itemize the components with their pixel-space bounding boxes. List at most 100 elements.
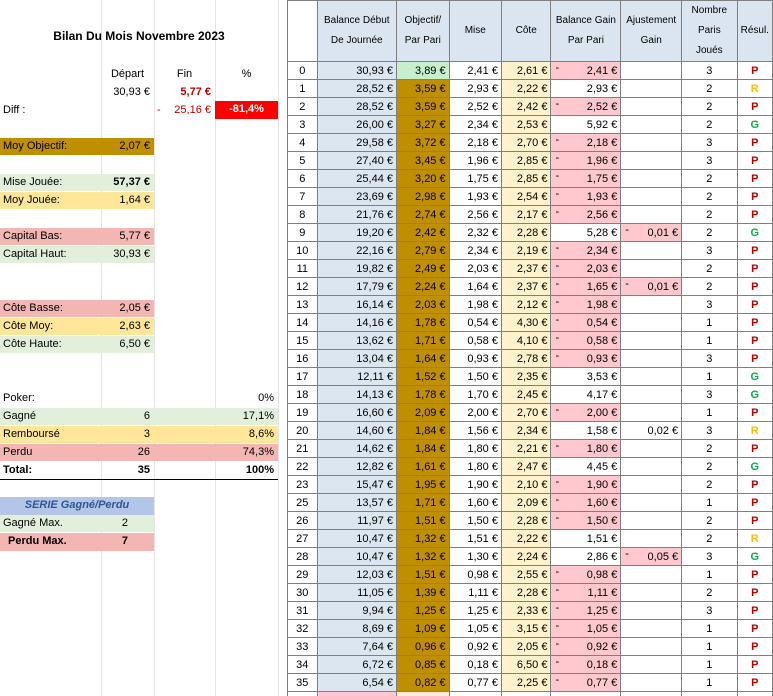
paris-count-cell[interactable]: 3 [681, 151, 738, 170]
gain-cell[interactable]: - 0,92 € [550, 637, 622, 656]
cote-cell[interactable]: 2,28 € [500, 511, 552, 530]
result-cell[interactable]: P [736, 439, 773, 458]
result-cell[interactable]: P [736, 313, 773, 332]
result-cell[interactable]: P [736, 97, 773, 116]
objectif-cell[interactable]: 2,74 € [396, 205, 450, 224]
adjustment-cell[interactable]: - 0,01 € [620, 277, 683, 296]
result-cell[interactable]: P [736, 133, 773, 152]
objectif-cell[interactable]: 2,98 € [396, 187, 450, 206]
mise-cell[interactable]: 1,75 € [448, 169, 502, 188]
objectif-cell[interactable]: 1,32 € [396, 547, 450, 566]
balance-cell[interactable]: 27,40 € [316, 151, 398, 170]
result-cell[interactable]: P [736, 331, 773, 350]
mise-cell[interactable]: 1,90 € [448, 475, 502, 494]
paris-count-cell[interactable]: 2 [681, 439, 738, 458]
capital-haut-value[interactable]: 30,93 € [101, 246, 154, 263]
adjustment-cell[interactable] [620, 655, 683, 674]
total-pct[interactable]: 100% [215, 462, 278, 479]
objectif-cell[interactable]: 2,09 € [396, 403, 450, 422]
adjustment-cell[interactable] [620, 313, 683, 332]
gain-cell[interactable]: 4,45 € [550, 457, 622, 476]
result-cell[interactable]: P [736, 61, 773, 80]
paris-count-cell[interactable]: 3 [681, 601, 738, 620]
cote-cell[interactable]: 2,61 € [500, 61, 552, 80]
balance-cell[interactable]: 21,76 € [316, 205, 398, 224]
objectif-cell[interactable]: 0,96 € [396, 637, 450, 656]
cote-cell[interactable]: 4,10 € [500, 331, 552, 350]
objectif-cell[interactable]: 1,51 € [396, 511, 450, 530]
diff-value[interactable]: 25,16 € [154, 102, 215, 119]
header-objectif[interactable]: Objectif/ Par Pari [396, 0, 450, 62]
paris-count-cell[interactable]: 1 [681, 367, 738, 386]
objectif-cell[interactable]: 1,84 € [396, 439, 450, 458]
cote-cell[interactable]: 2,35 € [500, 367, 552, 386]
mise-cell[interactable]: 1,51 € [448, 529, 502, 548]
objectif-cell[interactable]: 1,61 € [396, 457, 450, 476]
gain-cell[interactable]: 2,86 € [550, 547, 622, 566]
cote-cell[interactable]: 2,21 € [500, 439, 552, 458]
result-cell[interactable]: P [736, 241, 773, 260]
paris-count-cell[interactable]: 2 [681, 259, 738, 278]
gain-cell[interactable]: - 2,56 € [550, 205, 622, 224]
result-cell[interactable]: G [736, 385, 773, 404]
cote-cell[interactable]: 2,42 € [500, 97, 552, 116]
balance-cell[interactable]: 16,14 € [316, 295, 398, 314]
mise-cell[interactable]: 0,77 € [448, 673, 502, 692]
header-gain[interactable]: Balance Gain Par Pari [550, 0, 622, 62]
result-cell[interactable]: P [736, 493, 773, 512]
objectif-cell[interactable]: 3,59 € [396, 97, 450, 116]
objectif-cell[interactable]: 1,71 € [396, 331, 450, 350]
gain-cell[interactable]: - 0,98 € [550, 565, 622, 584]
moy-jouee-value[interactable]: 1,64 € [101, 192, 154, 209]
gain-cell[interactable]: - 0,58 € [550, 331, 622, 350]
paris-count-cell[interactable]: 3 [681, 295, 738, 314]
paris-count-cell[interactable]: 1 [681, 619, 738, 638]
paris-count-cell[interactable]: 3 [681, 547, 738, 566]
balance-cell[interactable]: 29,58 € [316, 133, 398, 152]
adjustment-cell[interactable]: - 0,01 € [620, 223, 683, 242]
result-cell[interactable]: P [736, 655, 773, 674]
depart-value[interactable]: 30,93 € [101, 84, 154, 101]
balance-cell[interactable]: 14,13 € [316, 385, 398, 404]
gain-cell[interactable]: 2,93 € [550, 79, 622, 98]
cote-cell[interactable]: 2,54 € [500, 187, 552, 206]
adjustment-cell[interactable] [620, 115, 683, 134]
balance-cell[interactable]: 13,57 € [316, 493, 398, 512]
adjustment-cell[interactable] [620, 601, 683, 620]
gagne-max-value[interactable]: 2 [101, 515, 154, 532]
objectif-cell[interactable]: 1,64 € [396, 349, 450, 368]
paris-count-cell[interactable]: 2 [681, 205, 738, 224]
paris-count-cell[interactable]: 2 [681, 277, 738, 296]
balance-cell[interactable]: 14,16 € [316, 313, 398, 332]
diff-pct[interactable]: -81,4% [215, 101, 278, 119]
result-cell[interactable]: P [736, 187, 773, 206]
result-cell[interactable]: R [736, 421, 773, 440]
gain-cell[interactable]: 4,17 € [550, 385, 622, 404]
objectif-cell[interactable]: 1,09 € [396, 619, 450, 638]
gain-cell[interactable]: - 2,00 € [550, 403, 622, 422]
mise-cell[interactable]: 1,96 € [448, 151, 502, 170]
mise-cell[interactable]: 2,52 € [448, 97, 502, 116]
result-cell[interactable]: P [736, 565, 773, 584]
adjustment-cell[interactable] [620, 511, 683, 530]
rembourse-pct[interactable]: 8,6% [215, 426, 278, 443]
paris-count-cell[interactable]: 2 [681, 97, 738, 116]
result-cell[interactable]: P [736, 637, 773, 656]
objectif-cell[interactable]: 3,89 € [396, 61, 450, 80]
mise-cell[interactable]: 1,50 € [448, 511, 502, 530]
result-cell[interactable]: P [736, 673, 773, 692]
cote-cell[interactable]: 2,22 € [500, 529, 552, 548]
objectif-cell[interactable]: 1,78 € [396, 385, 450, 404]
mise-cell[interactable]: 0,54 € [448, 313, 502, 332]
objectif-cell[interactable]: 1,84 € [396, 421, 450, 440]
result-cell[interactable]: R [736, 79, 773, 98]
paris-count-cell[interactable]: 1 [681, 403, 738, 422]
poker-pct[interactable]: 0% [215, 390, 278, 407]
adjustment-cell[interactable] [620, 403, 683, 422]
paris-count-cell[interactable]: 1 [681, 331, 738, 350]
cote-cell[interactable]: 2,28 € [500, 223, 552, 242]
gagne-count[interactable]: 6 [101, 408, 154, 425]
gain-cell[interactable]: - 2,34 € [550, 241, 622, 260]
balance-cell[interactable]: 12,82 € [316, 457, 398, 476]
objectif-cell[interactable]: 1,25 € [396, 601, 450, 620]
